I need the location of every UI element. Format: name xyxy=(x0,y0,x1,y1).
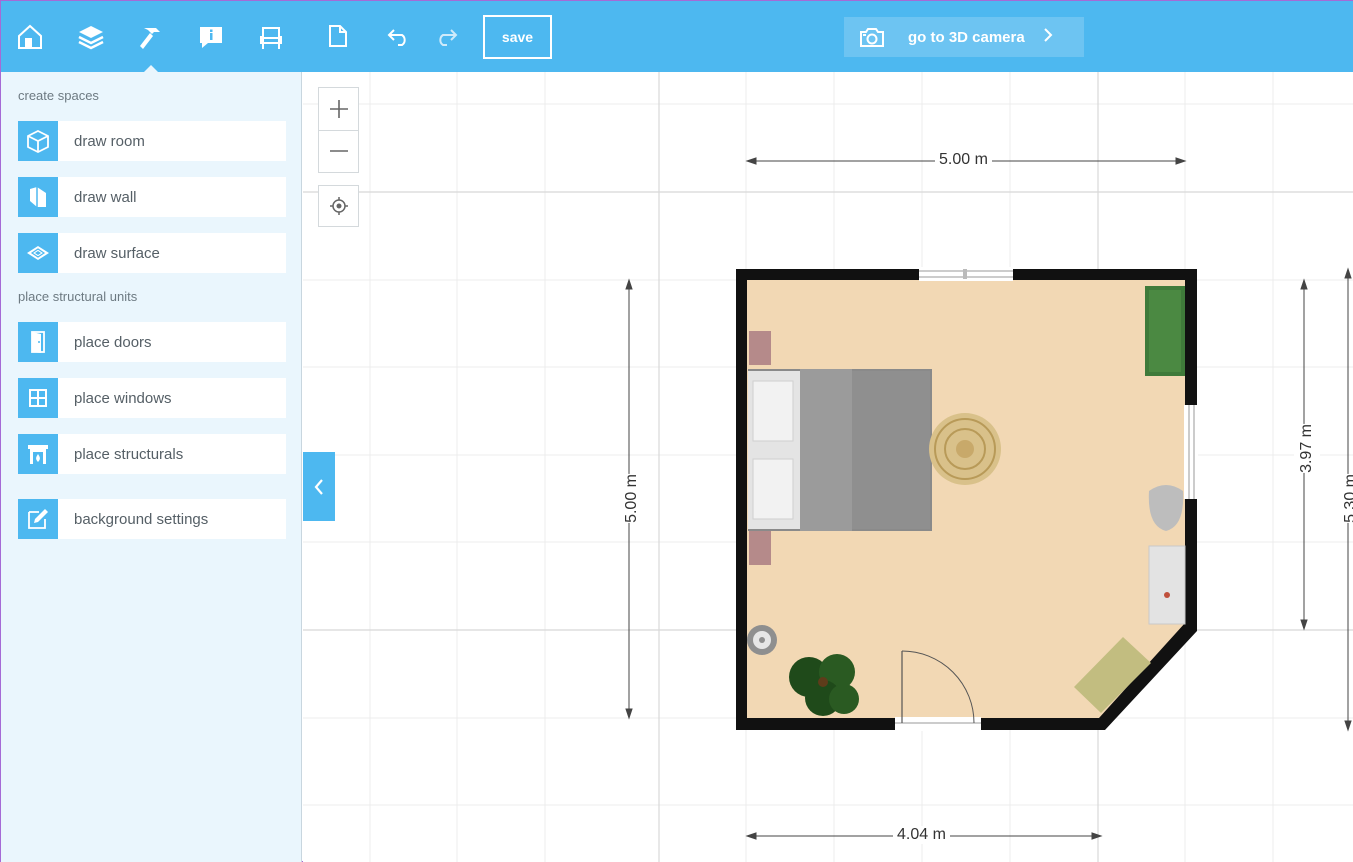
save-button[interactable]: save xyxy=(483,15,552,59)
draw-room-label: draw room xyxy=(74,132,145,150)
tools-sidebar: create spaces draw room draw wall draw s… xyxy=(1,72,302,862)
background-settings-label: background settings xyxy=(74,510,209,528)
fireplace-icon xyxy=(18,434,58,474)
collapse-sidebar-button[interactable] xyxy=(303,452,335,521)
dimension-right-outer-height: 5.30 m xyxy=(1338,474,1353,523)
wall-icon xyxy=(18,177,58,217)
edit-icon xyxy=(18,499,58,539)
chair-icon[interactable] xyxy=(241,1,301,72)
surface-icon xyxy=(18,233,58,273)
undo-icon[interactable] xyxy=(382,19,416,53)
room-cube-icon xyxy=(18,121,58,161)
redo-icon[interactable] xyxy=(429,19,463,53)
go-to-3d-camera-label: go to 3D camera xyxy=(908,28,1025,46)
floor-plan-canvas[interactable]: 5.00 m 4.04 m 5.00 m 3.97 m 5.30 m xyxy=(303,72,1353,862)
section-title-create: create spaces xyxy=(18,88,99,103)
dimension-right-inner-height: 3.97 m xyxy=(1294,424,1320,473)
floor-plan-drawing xyxy=(303,72,1353,862)
section-title-place: place structural units xyxy=(18,289,138,304)
window-icon xyxy=(18,378,58,418)
new-file-icon[interactable] xyxy=(321,19,355,53)
plus-icon xyxy=(329,99,348,118)
place-doors-button[interactable]: place doors xyxy=(18,322,286,362)
place-doors-label: place doors xyxy=(74,333,152,351)
crosshair-icon xyxy=(329,197,348,215)
info-icon[interactable] xyxy=(181,1,241,72)
zoom-out-button[interactable] xyxy=(319,131,358,173)
place-windows-label: place windows xyxy=(74,389,172,407)
draw-room-button[interactable]: draw room xyxy=(18,121,286,161)
dimension-top-width: 5.00 m xyxy=(935,151,992,169)
zoom-controls xyxy=(318,87,359,173)
go-to-3d-camera-button[interactable]: go to 3D camera xyxy=(844,17,1084,57)
dimension-bottom-width: 4.04 m xyxy=(893,826,950,844)
background-settings-button[interactable]: background settings xyxy=(18,499,286,539)
draw-surface-label: draw surface xyxy=(74,244,160,262)
draw-wall-button[interactable]: draw wall xyxy=(18,177,286,217)
place-structurals-label: place structurals xyxy=(74,445,184,463)
chevron-right-icon xyxy=(1043,26,1053,49)
hammer-icon[interactable] xyxy=(121,1,181,73)
door-icon xyxy=(18,322,58,362)
top-toolbar: save go to 3D camera xyxy=(302,1,1353,72)
main-category-bar xyxy=(1,1,302,73)
zoom-in-button[interactable] xyxy=(319,88,358,131)
layers-icon[interactable] xyxy=(61,1,121,72)
chevron-left-icon xyxy=(314,478,323,495)
draw-wall-label: draw wall xyxy=(74,188,137,206)
dimension-left-height: 5.00 m xyxy=(619,474,645,523)
camera-icon xyxy=(858,23,886,51)
minus-icon xyxy=(329,150,348,153)
place-structurals-button[interactable]: place structurals xyxy=(18,434,286,474)
draw-surface-button[interactable]: draw surface xyxy=(18,233,286,273)
place-windows-button[interactable]: place windows xyxy=(18,378,286,418)
center-view-button[interactable] xyxy=(318,185,359,227)
home-icon[interactable] xyxy=(1,1,61,72)
